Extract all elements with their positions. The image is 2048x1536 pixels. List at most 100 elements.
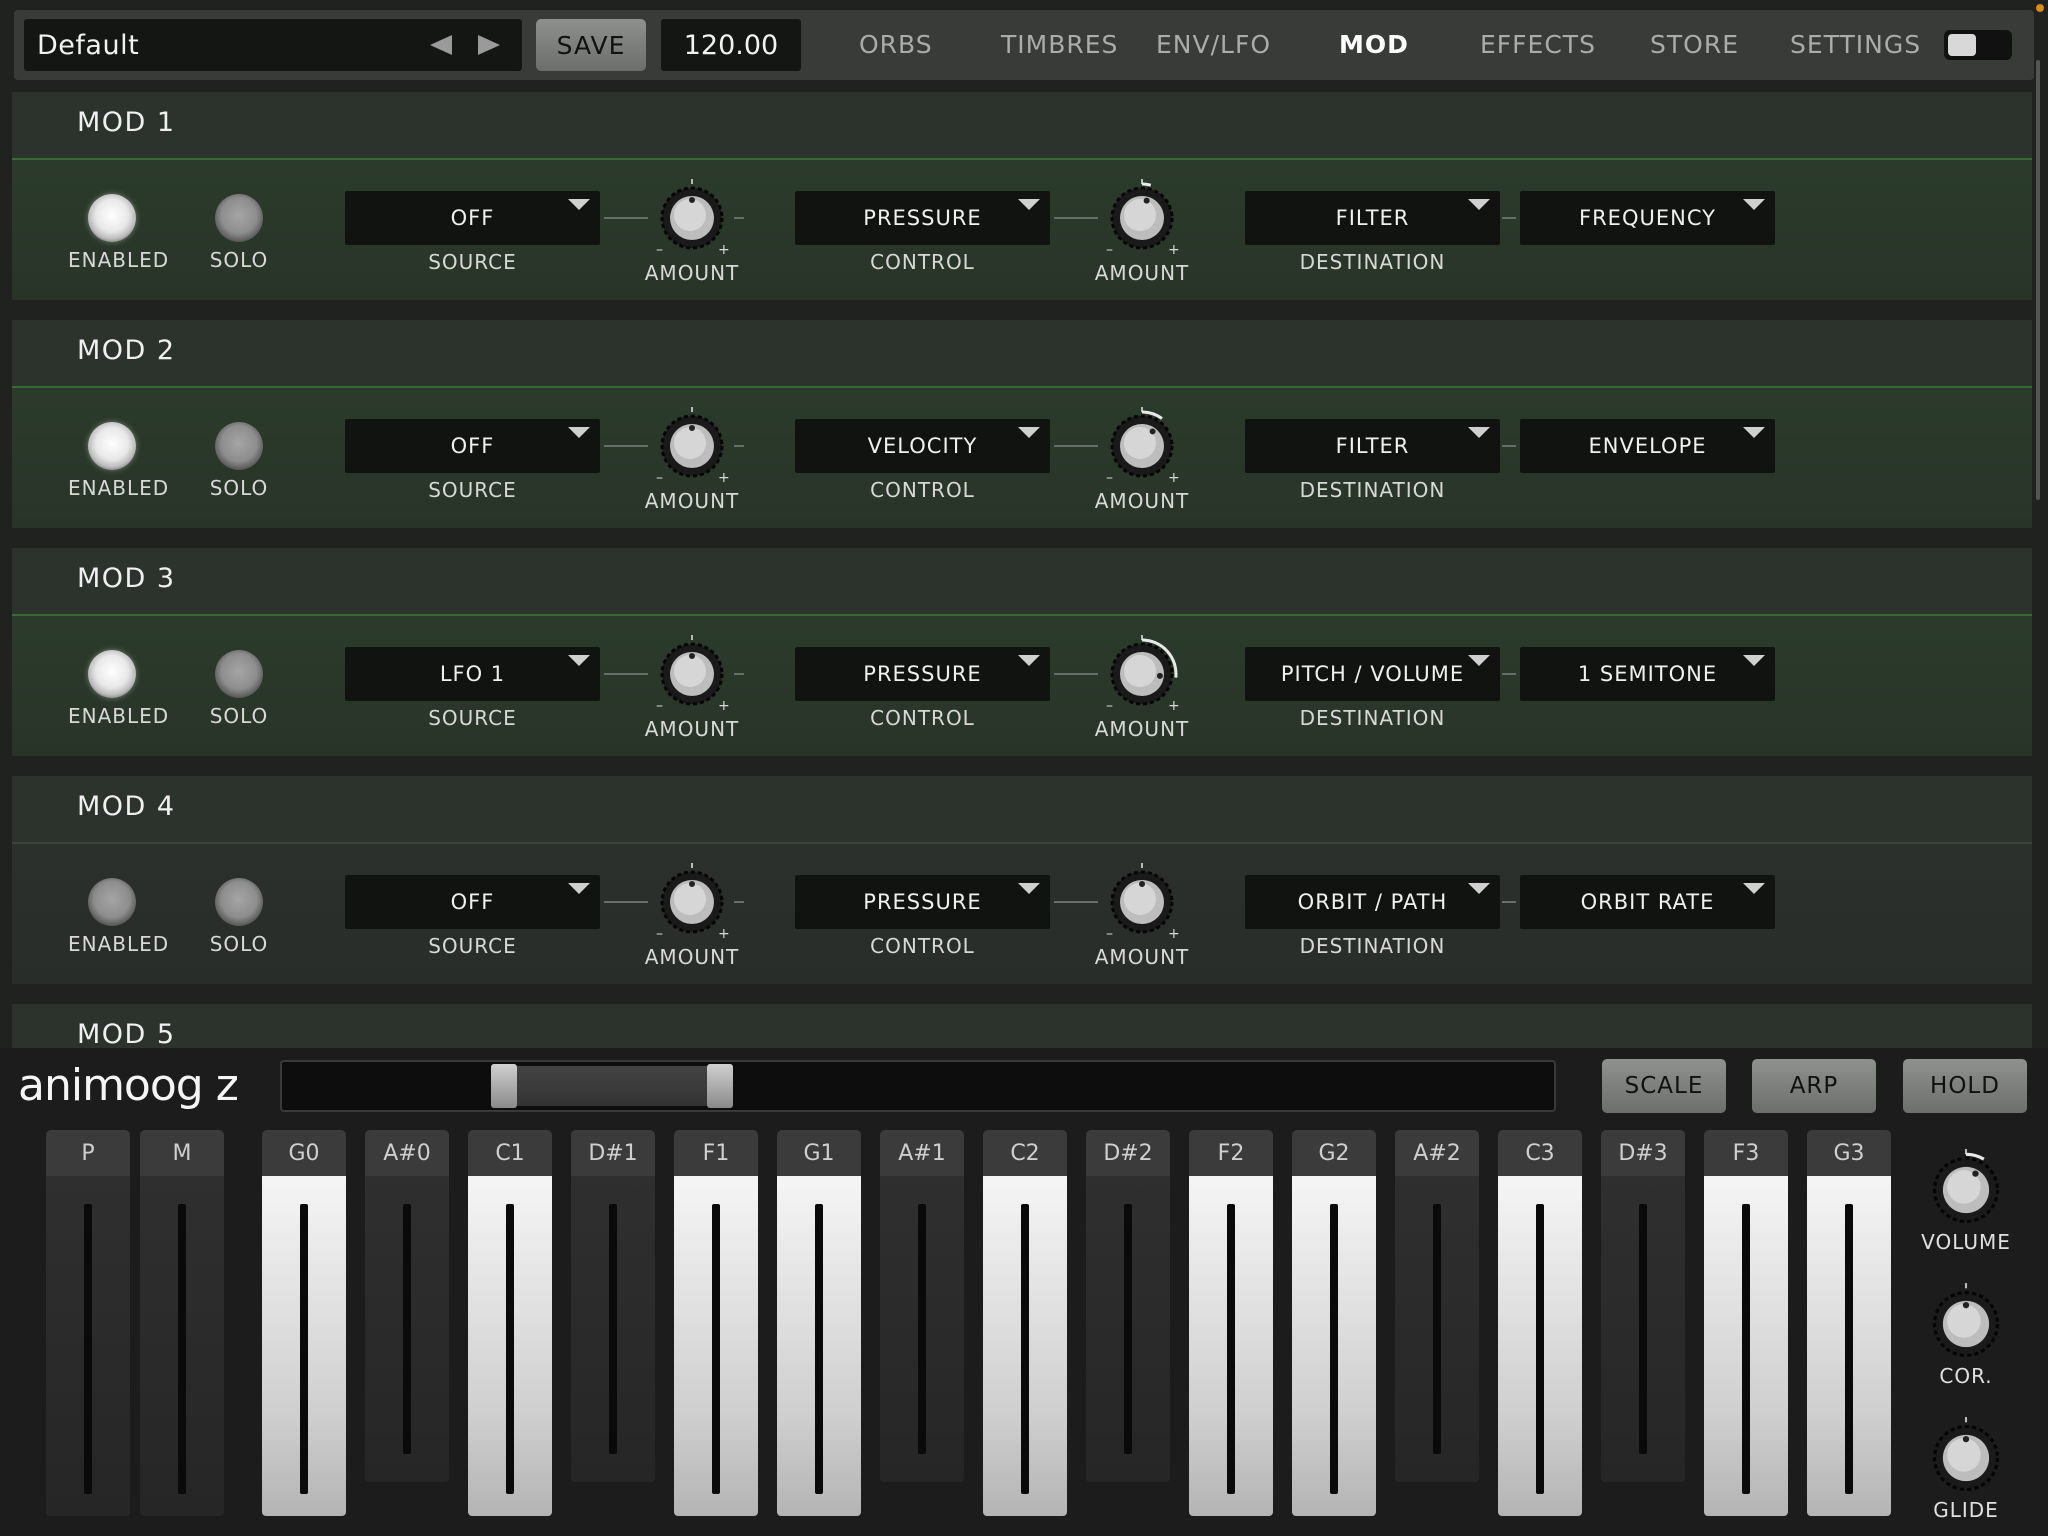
source-dropdown[interactable]: LFO 1 [345,647,600,701]
cor-knob[interactable] [1924,1282,2008,1366]
key-slot [815,1204,823,1494]
glide-knob[interactable] [1924,1416,2008,1500]
key-dsharp3[interactable]: D#3 [1601,1130,1685,1516]
source-label: SOURCE [428,250,517,274]
key-slot [1124,1204,1132,1454]
key-f2[interactable]: F2 [1189,1130,1273,1516]
save-button[interactable]: SAVE [536,19,646,71]
enabled-toggle[interactable] [88,422,136,470]
tab-store[interactable]: STORE [1650,30,1739,59]
source-dropdown[interactable]: OFF [345,419,600,473]
mod-panel-2: MOD 2 ENABLED SOLO OFF SOURCE – + AMOUNT VELOCIT… [12,320,2032,528]
key-asharp1[interactable]: A#1 [880,1130,964,1516]
tab-mod[interactable]: MOD [1339,30,1409,59]
key-g0[interactable]: G0 [262,1130,346,1516]
key-label: F2 [1189,1130,1273,1176]
solo-toggle[interactable] [215,422,263,470]
key-asharp0[interactable]: A#0 [365,1130,449,1516]
key-slot [1021,1204,1029,1494]
control-strip-m[interactable]: M [140,1130,224,1516]
key-g3[interactable]: G3 [1807,1130,1891,1516]
enabled-label: ENABLED [68,248,170,272]
key-f1[interactable]: F1 [674,1130,758,1516]
tab-timbres[interactable]: TIMBRES [1001,30,1118,59]
key-label: G3 [1807,1130,1891,1176]
amount-minus: – [656,926,664,942]
enabled-label: ENABLED [68,932,170,956]
destination-target-dropdown[interactable]: 1 SEMITONE [1520,647,1775,701]
caret-down-icon [568,655,590,666]
destination-dropdown[interactable]: ORBIT / PATH [1245,875,1500,929]
destination-target-dropdown-value: 1 SEMITONE [1577,662,1718,686]
connector-line [604,445,648,447]
control-strip-p[interactable]: P [46,1130,130,1516]
caret-down-icon [1018,655,1040,666]
key-slot [1433,1204,1441,1454]
volume-knob[interactable] [1924,1148,2008,1232]
destination-target-dropdown[interactable]: ORBIT RATE [1520,875,1775,929]
preset-selector[interactable]: Default [24,19,522,71]
control-dropdown[interactable]: PRESSURE [795,875,1050,929]
connector-line [604,217,648,219]
key-slot [506,1204,514,1494]
control-dropdown[interactable]: VELOCITY [795,419,1050,473]
range-handle-left[interactable] [491,1064,517,1108]
keyboard-range-slider[interactable] [280,1060,1556,1112]
keyboard-range-window[interactable] [517,1066,707,1106]
destination-dropdown[interactable]: FILTER [1245,419,1500,473]
control-dropdown[interactable]: PRESSURE [795,647,1050,701]
hold-button[interactable]: HOLD [1903,1059,2027,1113]
key-label: C2 [983,1130,1067,1176]
arp-button[interactable]: ARP [1752,1059,1876,1113]
connector-line [1054,445,1098,447]
enabled-toggle[interactable] [88,878,136,926]
key-asharp2[interactable]: A#2 [1395,1130,1479,1516]
tab-effects[interactable]: EFFECTS [1480,30,1596,59]
destination-dropdown-value: PITCH / VOLUME [1280,662,1465,686]
next-preset-button[interactable] [476,33,504,57]
tab-orbs[interactable]: ORBS [859,30,933,59]
key-f3[interactable]: F3 [1704,1130,1788,1516]
enabled-toggle[interactable] [88,650,136,698]
amount-plus: + [1168,242,1181,258]
mod-title: MOD 5 [77,1019,176,1050]
key-c2[interactable]: C2 [983,1130,1067,1516]
scrollbar[interactable] [2036,60,2040,500]
key-label: C3 [1498,1130,1582,1176]
key-dsharp2[interactable]: D#2 [1086,1130,1170,1516]
enabled-toggle[interactable] [88,194,136,242]
solo-label: SOLO [209,248,269,272]
scale-button[interactable]: SCALE [1602,1059,1726,1113]
solo-label: SOLO [209,932,269,956]
source-dropdown[interactable]: OFF [345,875,600,929]
range-handle-right[interactable] [707,1064,733,1108]
solo-toggle[interactable] [215,878,263,926]
key-c3[interactable]: C3 [1498,1130,1582,1516]
source-dropdown[interactable]: OFF [345,191,600,245]
control-dropdown[interactable]: PRESSURE [795,191,1050,245]
connector-line [604,673,648,675]
key-slot [1639,1204,1647,1454]
key-dsharp1[interactable]: D#1 [571,1130,655,1516]
glide-label: GLIDE [1933,1498,1999,1522]
top-toolbar: Default SAVE 120.00 ORBS TIMBRES ENV/LFO… [14,10,2034,80]
prev-preset-button[interactable] [426,33,454,57]
key-g2[interactable]: G2 [1292,1130,1376,1516]
amount-label: AMOUNT [1094,717,1190,741]
destination-target-dropdown[interactable]: FREQUENCY [1520,191,1775,245]
animoog-logo: animoog z [18,1060,239,1111]
tab-settings[interactable]: SETTINGS [1790,30,1921,59]
solo-toggle[interactable] [215,650,263,698]
key-g1[interactable]: G1 [777,1130,861,1516]
key-slot [403,1204,411,1454]
destination-dropdown[interactable]: FILTER [1245,191,1500,245]
destination-target-dropdown[interactable]: ENVELOPE [1520,419,1775,473]
destination-dropdown[interactable]: PITCH / VOLUME [1245,647,1500,701]
tab-env-lfo[interactable]: ENV/LFO [1156,30,1271,59]
solo-toggle[interactable] [215,194,263,242]
control-dropdown-value: PRESSURE [863,206,982,230]
tempo-display[interactable]: 120.00 [661,19,801,71]
view-toggle[interactable] [1944,30,2012,60]
key-c1[interactable]: C1 [468,1130,552,1516]
control-dropdown-value: PRESSURE [863,662,982,686]
